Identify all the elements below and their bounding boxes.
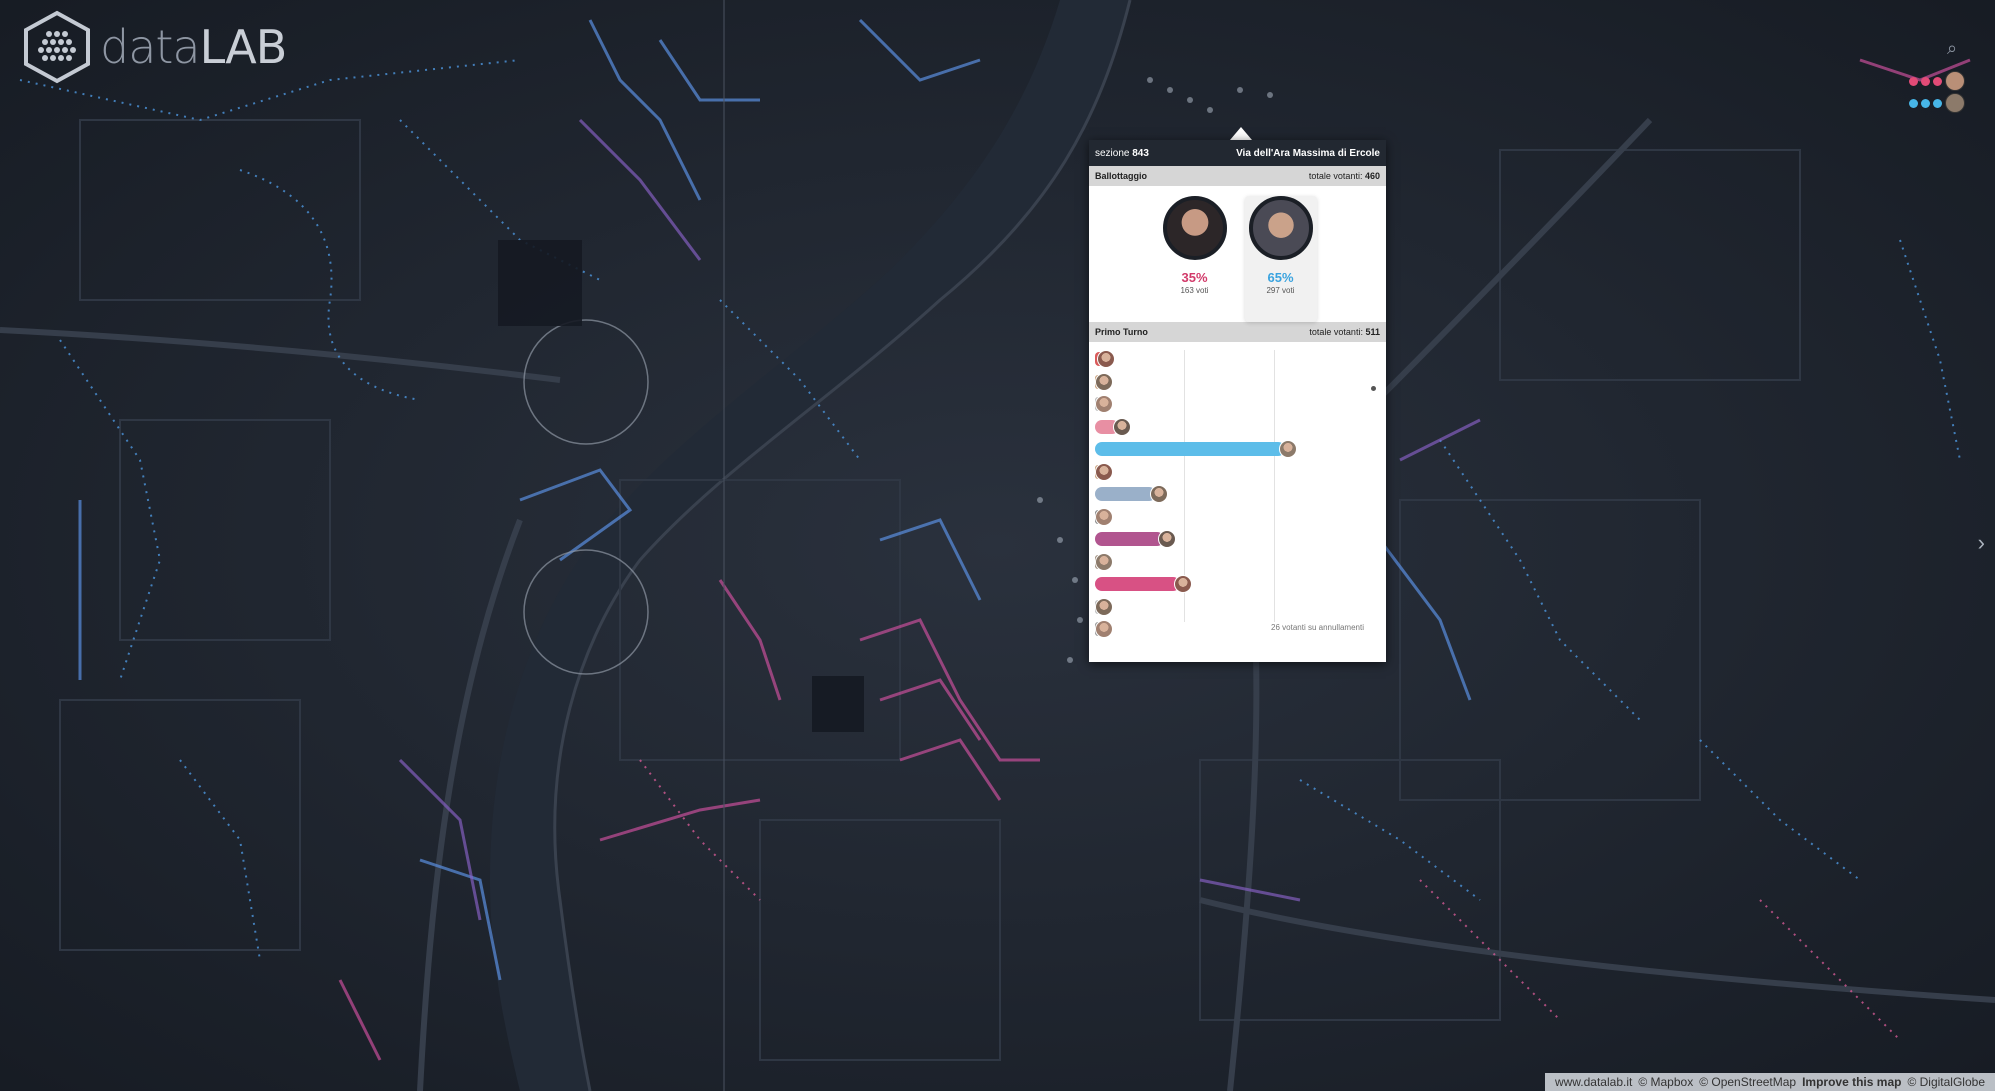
improve-map-link[interactable]: Improve this map: [1802, 1073, 1901, 1091]
section-address: Via dell'Ara Massima di Ercole: [1236, 147, 1380, 159]
first-round-header: Primo Turno totale votanti: 511: [1089, 322, 1386, 342]
candidate-avatar: [1095, 462, 1113, 481]
chevron-right-icon[interactable]: ›: [1978, 530, 1985, 556]
candidate-card[interactable]: 65% 297 voti: [1244, 196, 1317, 322]
search-icon[interactable]: ⌕: [1947, 38, 1969, 60]
section-id: sezione 843: [1095, 147, 1149, 159]
ballot-total: totale votanti: 460: [1308, 171, 1380, 181]
candidate-bar-row[interactable]: [1095, 417, 1132, 436]
first-round-total: totale votanti: 511: [1309, 327, 1380, 337]
candidate-photo: [1162, 196, 1227, 260]
ballot-candidates: 35% 163 voti 65% 297 voti: [1089, 186, 1386, 322]
candidate-avatar: [1149, 485, 1168, 503]
map-attribution: www.datalab.it © Mapbox © OpenStreetMap …: [1544, 1073, 1995, 1091]
candidate-avatar: [1095, 620, 1113, 638]
highlighted-block: [498, 240, 582, 326]
candidate-percentage: 65%: [1267, 270, 1294, 285]
hexagon-logo-icon: [24, 10, 90, 84]
legend-dot: [1933, 76, 1942, 86]
legend-dot: [1921, 98, 1930, 108]
ballot-label: Ballottaggio: [1095, 171, 1147, 181]
candidate-card[interactable]: 35% 163 voti: [1159, 196, 1231, 322]
candidate-avatar: [1945, 93, 1965, 113]
vote-bar: [1095, 487, 1156, 501]
candidate-avatar: [1279, 440, 1298, 458]
satellite-map[interactable]: [0, 0, 1995, 1091]
candidate-avatar: [1095, 395, 1113, 413]
osm-credit[interactable]: © OpenStreetMap: [1699, 1073, 1796, 1091]
candidate-bar-row[interactable]: [1095, 485, 1168, 503]
more-dot[interactable]: [1371, 386, 1376, 391]
first-round-chart: 26 votanti su annullamenti: [1089, 342, 1386, 642]
legend-dot: [1909, 98, 1918, 108]
legend-dot: [1933, 98, 1942, 108]
grid-line: [1274, 350, 1275, 622]
mapbox-credit[interactable]: © Mapbox: [1638, 1073, 1693, 1091]
digitalglobe-credit[interactable]: © DigitalGlobe: [1907, 1073, 1985, 1091]
candidate-bar-row[interactable]: [1095, 507, 1113, 526]
candidate-avatar: [1095, 507, 1113, 526]
vote-bar: [1095, 532, 1164, 546]
map-legend: [1905, 70, 1965, 114]
annulled-note: 26 votanti su annullamenti: [1271, 623, 1364, 632]
ballot-header: Ballottaggio totale votanti: 460: [1089, 166, 1386, 186]
brand-logo[interactable]: dataLAB: [22, 10, 287, 84]
site-link[interactable]: www.datalab.it: [1555, 1073, 1632, 1091]
vote-bar: [1095, 577, 1181, 591]
candidate-avatar: [1095, 552, 1113, 571]
legend-row[interactable]: [1905, 70, 1965, 92]
candidate-votes: 297 voti: [1266, 286, 1295, 295]
brand-name: dataLAB: [100, 20, 287, 74]
candidate-bar-row[interactable]: [1095, 597, 1113, 616]
legend-row[interactable]: [1905, 92, 1965, 114]
candidate-bar-row[interactable]: [1095, 372, 1113, 391]
candidate-bar-row[interactable]: [1095, 395, 1113, 413]
candidate-avatar: [1113, 417, 1132, 436]
popup-header: sezione 843 Via dell'Ara Massima di Erco…: [1089, 140, 1386, 166]
candidate-avatar: [1095, 372, 1113, 391]
first-round-label: Primo Turno: [1095, 327, 1148, 337]
candidate-bar-row[interactable]: [1095, 620, 1113, 638]
candidate-bar-row[interactable]: [1095, 530, 1176, 548]
highlighted-block: [812, 676, 864, 732]
legend-dot: [1909, 76, 1918, 86]
vote-bar: [1095, 442, 1286, 456]
candidate-avatar: [1945, 71, 1965, 91]
candidate-avatar: [1157, 530, 1176, 548]
candidate-bar-row[interactable]: [1095, 440, 1298, 458]
popup-caret: [1230, 127, 1252, 140]
candidate-avatar: [1174, 575, 1193, 593]
candidate-percentage: 35%: [1181, 270, 1208, 285]
candidate-bar-row[interactable]: [1095, 552, 1113, 571]
candidate-bar-row[interactable]: [1095, 462, 1113, 481]
candidate-photo: [1248, 196, 1313, 260]
legend-dot: [1921, 76, 1930, 86]
candidate-avatar: [1097, 350, 1116, 368]
candidate-bar-row[interactable]: [1095, 350, 1116, 368]
candidate-avatar: [1095, 597, 1113, 616]
section-popup: sezione 843 Via dell'Ara Massima di Erco…: [1089, 140, 1386, 662]
candidate-votes: 163 voti: [1180, 286, 1209, 295]
candidate-bar-row[interactable]: [1095, 575, 1193, 593]
